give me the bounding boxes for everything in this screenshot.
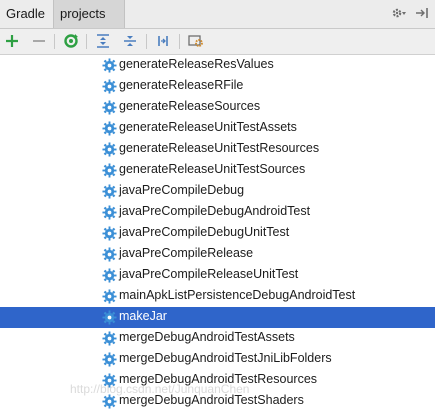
task-row[interactable]: javaPreCompileRelease bbox=[0, 244, 435, 265]
task-label: javaPreCompileRelease bbox=[119, 246, 254, 260]
gear-icon[interactable] bbox=[391, 6, 407, 23]
task-row[interactable]: javaPreCompileReleaseUnitTest bbox=[0, 265, 435, 286]
task-label: mergeDebugAndroidTestAssets bbox=[119, 330, 295, 344]
toolbar-separator bbox=[179, 34, 180, 49]
task-label: javaPreCompileDebug bbox=[119, 183, 245, 197]
task-row[interactable]: mergeDebugAndroidTestAssets bbox=[0, 328, 435, 349]
task-row[interactable]: generateReleaseUnitTestSources bbox=[0, 160, 435, 181]
gradle-task-icon bbox=[102, 394, 117, 409]
gradle-task-icon bbox=[102, 163, 117, 178]
gradle-task-icon bbox=[102, 79, 117, 94]
gradle-task-icon bbox=[102, 331, 117, 346]
task-label: mergeDebugAndroidTestResources bbox=[119, 372, 318, 386]
add-icon[interactable] bbox=[3, 32, 21, 50]
toolbar-separator bbox=[86, 34, 87, 49]
task-label: javaPreCompileDebugAndroidTest bbox=[119, 204, 311, 218]
gradle-task-icon bbox=[102, 226, 117, 241]
gradle-task-icon bbox=[102, 289, 117, 304]
task-label: makeJar bbox=[119, 309, 167, 323]
task-label: generateReleaseUnitTestSources bbox=[119, 162, 306, 176]
task-row[interactable]: generateReleaseUnitTestAssets bbox=[0, 118, 435, 139]
expand-all-icon[interactable] bbox=[94, 32, 112, 50]
gradle-task-icon bbox=[102, 352, 117, 367]
toolbar-separator bbox=[146, 34, 147, 49]
task-label: generateReleaseUnitTestResources bbox=[119, 141, 320, 155]
task-label: generateReleaseResValues bbox=[119, 57, 274, 71]
task-label: generateReleaseSources bbox=[119, 99, 261, 113]
gradle-task-icon bbox=[102, 184, 117, 199]
task-row[interactable]: generateReleaseUnitTestResources bbox=[0, 139, 435, 160]
tabbar-actions bbox=[391, 0, 429, 28]
gradle-task-icon bbox=[102, 268, 117, 283]
gradle-task-icon bbox=[102, 58, 117, 73]
collapse-all-icon[interactable] bbox=[121, 32, 139, 50]
toolbar-separator bbox=[54, 34, 55, 49]
task-label: javaPreCompileReleaseUnitTest bbox=[119, 267, 299, 281]
task-row[interactable]: javaPreCompileDebugAndroidTest bbox=[0, 202, 435, 223]
gradle-toolbar bbox=[0, 29, 435, 55]
gradle-task-icon bbox=[102, 247, 117, 262]
refresh-icon[interactable] bbox=[62, 32, 80, 50]
gradle-task-icon bbox=[102, 100, 117, 115]
task-label: javaPreCompileDebugUnitTest bbox=[119, 225, 290, 239]
gradle-task-tree[interactable]: generateReleaseResValues generateReleaseR… bbox=[0, 55, 435, 410]
tool-window-tabbar: Gradle projects bbox=[0, 0, 435, 29]
collapse-panel-icon[interactable] bbox=[415, 6, 429, 23]
gradle-task-icon bbox=[102, 310, 117, 325]
remove-icon[interactable] bbox=[30, 32, 48, 50]
gradle-task-icon bbox=[102, 205, 117, 220]
task-row[interactable]: generateReleaseSources bbox=[0, 97, 435, 118]
tab-gradle[interactable]: Gradle bbox=[0, 0, 50, 28]
task-row[interactable]: mergeDebugAndroidTestResources bbox=[0, 370, 435, 391]
settings-icon[interactable] bbox=[187, 32, 205, 50]
task-row[interactable]: mergeDebugAndroidTestJniLibFolders bbox=[0, 349, 435, 370]
task-row[interactable]: makeJar bbox=[0, 307, 435, 328]
task-label: mergeDebugAndroidTestJniLibFolders bbox=[119, 351, 332, 365]
task-row[interactable]: mergeDebugAndroidTestShaders bbox=[0, 391, 435, 410]
task-label: mergeDebugAndroidTestShaders bbox=[119, 393, 304, 407]
task-label: mainApkListPersistenceDebugAndroidTest bbox=[119, 288, 356, 302]
gradle-task-icon bbox=[102, 142, 117, 157]
task-row[interactable]: mainApkListPersistenceDebugAndroidTest bbox=[0, 286, 435, 307]
tab-projects[interactable]: projects bbox=[53, 0, 125, 28]
task-label: generateReleaseUnitTestAssets bbox=[119, 120, 297, 134]
gradle-task-icon bbox=[102, 121, 117, 136]
task-row[interactable]: generateReleaseRFile bbox=[0, 76, 435, 97]
link-icon[interactable] bbox=[154, 32, 172, 50]
task-row[interactable]: generateReleaseResValues bbox=[0, 55, 435, 76]
task-label: generateReleaseRFile bbox=[119, 78, 244, 92]
task-row[interactable]: javaPreCompileDebugUnitTest bbox=[0, 223, 435, 244]
task-row[interactable]: javaPreCompileDebug bbox=[0, 181, 435, 202]
gradle-task-icon bbox=[102, 373, 117, 388]
